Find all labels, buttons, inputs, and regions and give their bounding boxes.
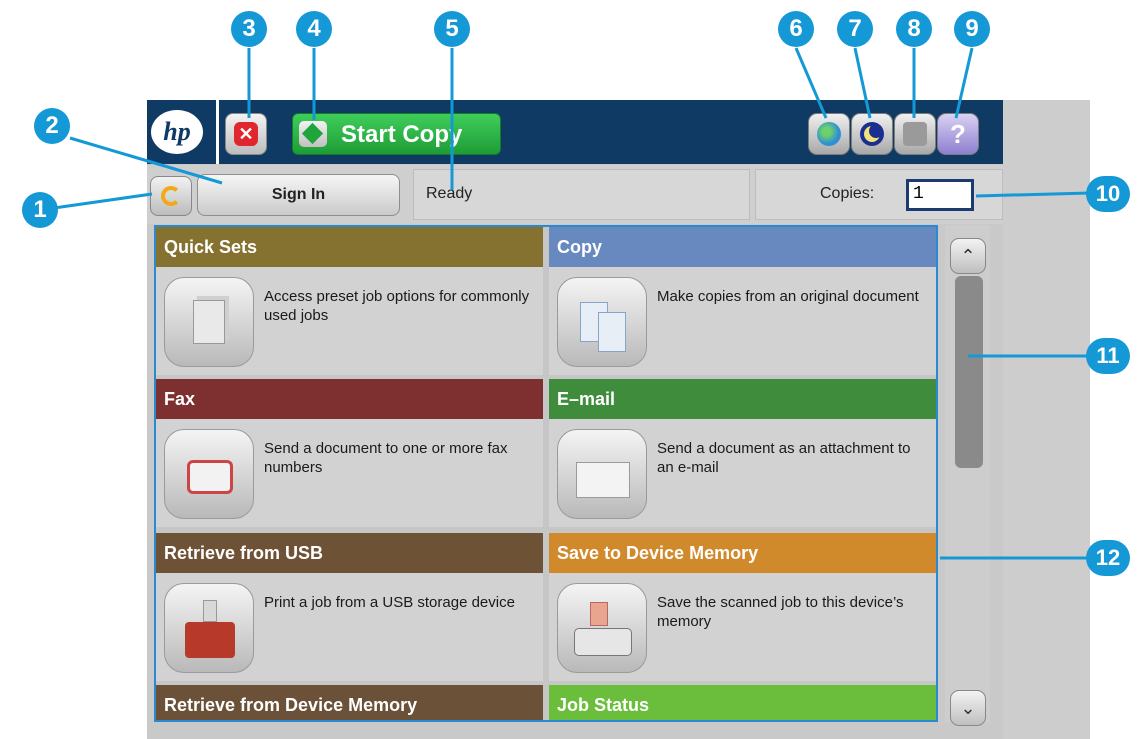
tile-retrieve-from-usb[interactable]: Retrieve from USB Print a job from a USB… xyxy=(156,533,543,681)
top-bar-divider xyxy=(216,100,219,164)
tile-fax[interactable]: Fax Send a document to one or more fax n… xyxy=(156,379,543,527)
fax-machine-icon xyxy=(164,429,254,519)
tile-title: Quick Sets xyxy=(156,227,543,267)
start-copy-button[interactable]: Start Copy xyxy=(292,113,501,155)
callout-6: 6 xyxy=(778,11,814,47)
usb-icon xyxy=(164,583,254,673)
callout-1: 1 xyxy=(22,192,58,228)
globe-icon xyxy=(817,122,841,146)
callout-10: 10 xyxy=(1086,176,1130,212)
language-button[interactable] xyxy=(808,113,850,155)
tile-title: Save to Device Memory xyxy=(549,533,936,573)
callout-4: 4 xyxy=(296,11,332,47)
start-icon xyxy=(299,121,327,147)
stop-button[interactable]: ✕ xyxy=(225,113,267,155)
reset-button[interactable] xyxy=(150,176,192,216)
tile-description: Send a document as an attachment to an e… xyxy=(657,440,911,476)
document-clip-icon xyxy=(164,277,254,367)
copies-label: Copies: xyxy=(820,185,875,202)
stop-icon: ✕ xyxy=(234,122,258,146)
chevron-down-icon: ⌄ xyxy=(960,698,976,718)
tile-description: Print a job from a USB storage device xyxy=(264,594,515,611)
sign-in-button[interactable]: Sign In xyxy=(197,174,400,216)
callout-9: 9 xyxy=(954,11,990,47)
tile-title: Retrieve from USB xyxy=(156,533,543,573)
tile-copy[interactable]: Copy Make copies from an original docume… xyxy=(549,227,936,375)
drive-save-icon xyxy=(557,583,647,673)
tile-description: Access preset job options for commonly u… xyxy=(264,288,530,324)
callout-5: 5 xyxy=(434,11,470,47)
callout-7: 7 xyxy=(837,11,873,47)
scrollbar-thumb[interactable] xyxy=(955,276,983,468)
callout-8: 8 xyxy=(896,11,932,47)
tile-title: E–mail xyxy=(549,379,936,419)
help-button[interactable]: ? xyxy=(937,113,979,155)
scroll-down-button[interactable]: ⌄ xyxy=(950,690,986,726)
callout-3: 3 xyxy=(231,11,267,47)
start-copy-label: Start Copy xyxy=(341,121,463,148)
chevron-up-icon: ⌃ xyxy=(960,246,976,266)
refresh-icon xyxy=(161,186,181,206)
network-icon xyxy=(903,122,927,146)
tile-title: Fax xyxy=(156,379,543,419)
callout-2: 2 xyxy=(34,108,70,144)
home-screen-grid: Quick Sets Access preset job options for… xyxy=(154,225,938,722)
hp-logo: hp xyxy=(151,110,203,154)
scroll-up-button[interactable]: ⌃ xyxy=(950,238,986,274)
status-text: Ready xyxy=(426,185,473,202)
help-icon: ? xyxy=(950,119,966,149)
tile-save-to-device-memory[interactable]: Save to Device Memory Save the scanned j… xyxy=(549,533,936,681)
envelope-icon xyxy=(557,429,647,519)
callout-11: 11 xyxy=(1086,338,1130,374)
tile-description: Save the scanned job to this device’s me… xyxy=(657,594,904,630)
tile-job-status[interactable]: Job Status xyxy=(549,685,936,720)
copies-field[interactable]: 1 xyxy=(906,179,974,211)
tile-email[interactable]: E–mail Send a document as an attachment … xyxy=(549,379,936,527)
tile-quick-sets[interactable]: Quick Sets Access preset job options for… xyxy=(156,227,543,375)
tile-title: Copy xyxy=(549,227,936,267)
sleep-button[interactable] xyxy=(851,113,893,155)
copy-documents-icon xyxy=(557,277,647,367)
tile-description: Send a document to one or more fax numbe… xyxy=(264,440,508,476)
callout-12: 12 xyxy=(1086,540,1130,576)
annotated-screenshot: hp ✕ Start Copy ? Sign In Ready Copies: … xyxy=(0,0,1143,739)
tile-description: Make copies from an original document xyxy=(657,288,919,305)
panel-bezel xyxy=(1003,100,1090,739)
network-button[interactable] xyxy=(894,113,936,155)
tile-retrieve-from-device-memory[interactable]: Retrieve from Device Memory xyxy=(156,685,543,720)
